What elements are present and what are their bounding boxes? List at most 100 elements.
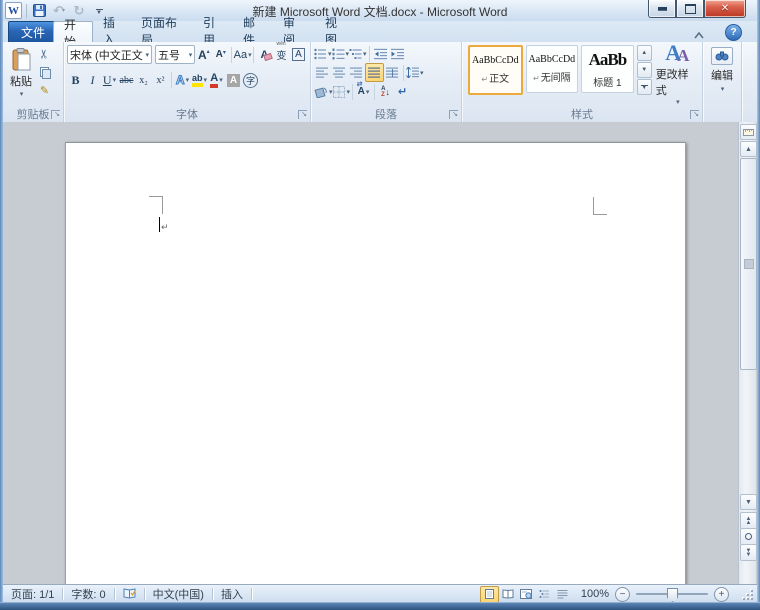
scrollbar-grip <box>744 259 754 269</box>
line-spacing-button[interactable] <box>406 64 424 81</box>
show-formatting-marks-button[interactable]: ↵ <box>394 83 411 100</box>
character-shading-button[interactable]: A <box>225 72 242 89</box>
word-count[interactable]: 字数: 0 <box>63 585 113 603</box>
scrollbar-thumb[interactable] <box>740 158 757 370</box>
paste-button[interactable]: 粘贴 <box>6 44 36 102</box>
paragraph-dialog-launcher[interactable] <box>449 110 458 119</box>
justify-button[interactable] <box>365 63 384 82</box>
align-center-button[interactable] <box>331 64 348 81</box>
print-layout-view-button[interactable] <box>480 586 499 603</box>
text-effects-button[interactable]: A <box>174 72 191 89</box>
vertical-scrollbar[interactable]: ▲ ▼ ▲▲ ▼▼ <box>738 122 756 584</box>
strikethrough-button[interactable]: abc <box>118 72 135 89</box>
close-button[interactable]: ✕ <box>704 0 746 18</box>
paste-icon <box>12 48 31 72</box>
distribute-button[interactable] <box>384 64 401 81</box>
outline-view-button[interactable] <box>536 587 553 602</box>
help-button[interactable]: ? <box>725 24 742 41</box>
zoom-in-button[interactable]: + <box>714 587 729 602</box>
collapse-ribbon-button[interactable] <box>693 27 705 37</box>
numbering-button[interactable] <box>332 45 350 62</box>
tab-mailings[interactable]: 邮件 <box>233 21 271 41</box>
zoom-level[interactable]: 100% <box>581 588 609 600</box>
previous-page-button[interactable]: ▲▲ <box>740 512 757 529</box>
style-gallery-more-button[interactable]: ▼ <box>637 79 652 95</box>
grow-font-button[interactable]: A <box>195 46 212 63</box>
copy-button[interactable] <box>36 64 53 80</box>
tab-review[interactable]: 审阅 <box>273 21 311 41</box>
draft-view-button[interactable] <box>554 587 571 602</box>
bullets-button[interactable] <box>314 45 332 62</box>
bullets-icon <box>314 48 327 60</box>
draft-view-icon <box>557 589 568 599</box>
superscript-button[interactable]: x² <box>152 72 169 89</box>
page-indicator[interactable]: 页面: 1/1 <box>3 585 62 603</box>
bold-button[interactable]: B <box>67 72 84 89</box>
shrink-font-button[interactable]: A <box>212 46 229 63</box>
borders-button[interactable] <box>333 83 351 100</box>
style-gallery-down-button[interactable]: ▼ <box>637 62 652 78</box>
tab-references[interactable]: 引用 <box>193 21 231 41</box>
zoom-out-button[interactable]: − <box>615 587 630 602</box>
view-ruler-button[interactable] <box>740 124 757 140</box>
align-right-icon <box>350 67 363 78</box>
double-up-icon: ▲▲ <box>746 517 752 525</box>
font-color-button[interactable]: A <box>208 72 225 89</box>
format-painter-button[interactable]: ✎ <box>36 82 53 98</box>
tab-view[interactable]: 视图 <box>315 21 353 41</box>
language-indicator[interactable]: 中文(中国) <box>145 585 212 603</box>
margin-mark-left <box>149 196 163 214</box>
cut-button[interactable]: ✂ <box>36 46 53 62</box>
subscript-button[interactable]: x₂ <box>135 72 152 89</box>
editing-label: 编辑 <box>711 67 733 83</box>
minimize-icon <box>658 7 667 11</box>
enclose-characters-button[interactable]: 字 <box>242 72 259 89</box>
web-layout-view-button[interactable] <box>518 587 535 602</box>
change-case-button[interactable]: Aa <box>234 46 251 63</box>
tab-file[interactable]: 文件 <box>8 21 58 42</box>
fullscreen-reading-view-button[interactable] <box>500 587 517 602</box>
maximize-button[interactable] <box>676 0 704 18</box>
resize-grip[interactable] <box>741 588 753 600</box>
sort-button[interactable]: AZ ↓ <box>377 83 394 100</box>
word-logo-icon[interactable]: W <box>5 2 22 19</box>
zoom-slider[interactable] <box>636 593 708 595</box>
style-no-spacing[interactable]: AaBbCcDd ↵无间隔 <box>526 45 579 93</box>
font-dialog-launcher[interactable] <box>298 110 307 119</box>
document-page[interactable]: ↵ <box>65 142 686 584</box>
tab-insert[interactable]: 插入 <box>93 21 131 41</box>
increase-indent-button[interactable] <box>389 45 406 62</box>
style-heading1[interactable]: AaBb 标题 1 <box>581 45 634 93</box>
align-left-button[interactable] <box>314 64 331 81</box>
asian-layout-button[interactable]: A <box>355 83 372 100</box>
select-browse-object-button[interactable] <box>740 528 757 545</box>
proofing-status-button[interactable] <box>115 585 144 603</box>
next-page-button[interactable]: ▼▼ <box>740 544 757 561</box>
insert-mode-indicator[interactable]: 插入 <box>213 585 251 603</box>
underline-button[interactable]: U <box>101 72 118 89</box>
font-size-combobox[interactable]: 五号 <box>155 45 195 64</box>
multilevel-list-button[interactable] <box>349 45 367 62</box>
clear-formatting-button[interactable]: A <box>256 46 273 63</box>
phonetic-guide-button[interactable]: 变 <box>273 46 290 63</box>
tab-page-layout[interactable]: 页面布局 <box>131 21 195 41</box>
decrease-indent-button[interactable] <box>372 45 389 62</box>
font-name-combobox[interactable]: 宋体 (中文正文 <box>67 45 152 64</box>
style-normal[interactable]: AaBbCcDd ↵正文 <box>468 45 523 95</box>
editing-button[interactable]: 编辑 <box>706 47 738 93</box>
styles-dialog-launcher[interactable] <box>690 110 699 119</box>
scroll-down-button[interactable]: ▼ <box>740 494 757 510</box>
change-styles-button[interactable]: AA 更改样式 <box>656 45 699 103</box>
italic-button[interactable]: I <box>84 72 101 89</box>
scroll-up-button[interactable]: ▲ <box>740 141 757 157</box>
tab-home[interactable]: 开始 <box>53 21 93 43</box>
shading-button[interactable] <box>314 83 333 100</box>
clipboard-dialog-launcher[interactable] <box>51 110 60 119</box>
minimize-button[interactable] <box>648 0 676 18</box>
text-highlight-button[interactable]: ab <box>191 72 208 89</box>
character-border-button[interactable]: A <box>290 46 307 63</box>
align-right-button[interactable] <box>348 64 365 81</box>
style-gallery-up-button[interactable]: ▲ <box>637 45 652 61</box>
zoom-slider-thumb[interactable] <box>667 588 678 602</box>
save-button[interactable] <box>31 3 47 19</box>
